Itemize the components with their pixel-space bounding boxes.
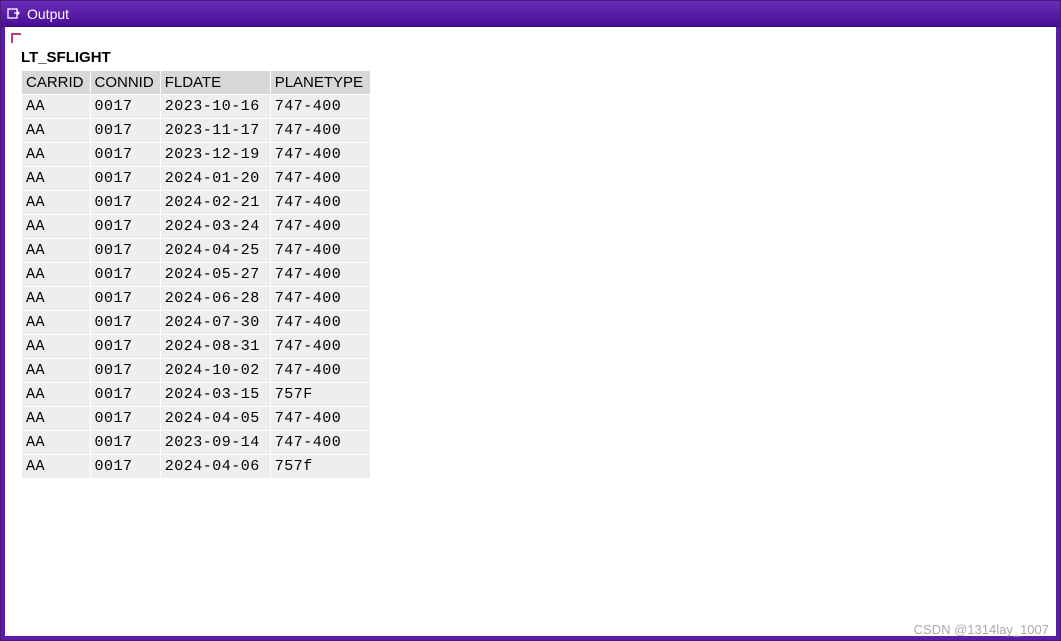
cell-fldate[interactable]: 2023-11-17 — [160, 119, 270, 143]
cell-carrid[interactable]: AA — [22, 407, 91, 431]
cell-planetype[interactable]: 747-400 — [270, 287, 370, 311]
cell-carrid[interactable]: AA — [22, 95, 91, 119]
output-window: Output LT_SFLIGHT CARRID CONNID FLDATE P… — [0, 0, 1061, 641]
cell-planetype[interactable]: 747-400 — [270, 263, 370, 287]
cell-carrid[interactable]: AA — [22, 263, 91, 287]
table-row[interactable]: AA00172024-08-31747-400 — [22, 335, 371, 359]
cell-planetype[interactable]: 747-400 — [270, 167, 370, 191]
cell-planetype[interactable]: 747-400 — [270, 335, 370, 359]
table-title: LT_SFLIGHT — [21, 49, 1040, 66]
cell-connid[interactable]: 0017 — [90, 359, 160, 383]
cell-carrid[interactable]: AA — [22, 455, 91, 479]
cell-carrid[interactable]: AA — [22, 215, 91, 239]
cell-carrid[interactable]: AA — [22, 191, 91, 215]
cell-connid[interactable]: 0017 — [90, 407, 160, 431]
cell-planetype[interactable]: 747-400 — [270, 215, 370, 239]
cell-carrid[interactable]: AA — [22, 335, 91, 359]
cell-carrid[interactable]: AA — [22, 383, 91, 407]
cell-planetype[interactable]: 747-400 — [270, 431, 370, 455]
table-row[interactable]: AA00172024-04-25747-400 — [22, 239, 371, 263]
table-row[interactable]: AA00172024-04-06757f — [22, 455, 371, 479]
col-planetype[interactable]: PLANETYPE — [270, 71, 370, 95]
table-row[interactable]: AA00172024-02-21747-400 — [22, 191, 371, 215]
cell-connid[interactable]: 0017 — [90, 287, 160, 311]
cell-fldate[interactable]: 2024-03-24 — [160, 215, 270, 239]
cell-carrid[interactable]: AA — [22, 359, 91, 383]
table-row[interactable]: AA00172023-10-16747-400 — [22, 95, 371, 119]
cell-fldate[interactable]: 2024-02-21 — [160, 191, 270, 215]
cell-fldate[interactable]: 2024-10-02 — [160, 359, 270, 383]
cell-fldate[interactable]: 2023-10-16 — [160, 95, 270, 119]
table-row[interactable]: AA00172024-06-28747-400 — [22, 287, 371, 311]
table-header-row: CARRID CONNID FLDATE PLANETYPE — [22, 71, 371, 95]
table-row[interactable]: AA00172023-12-19747-400 — [22, 143, 371, 167]
col-connid[interactable]: CONNID — [90, 71, 160, 95]
cell-planetype[interactable]: 747-400 — [270, 119, 370, 143]
table-row[interactable]: AA00172024-07-30747-400 — [22, 311, 371, 335]
cell-connid[interactable]: 0017 — [90, 335, 160, 359]
cell-planetype[interactable]: 747-400 — [270, 359, 370, 383]
content-box: LT_SFLIGHT CARRID CONNID FLDATE PLANETYP… — [11, 33, 1050, 630]
cell-planetype[interactable]: 747-400 — [270, 95, 370, 119]
cell-connid[interactable]: 0017 — [90, 119, 160, 143]
footer-credit: CSDN @1314lay_1007 — [914, 622, 1049, 637]
cell-planetype[interactable]: 757f — [270, 455, 370, 479]
cell-carrid[interactable]: AA — [22, 287, 91, 311]
cell-fldate[interactable]: 2024-04-25 — [160, 239, 270, 263]
data-table: CARRID CONNID FLDATE PLANETYPE AA0017202… — [21, 70, 371, 479]
output-icon — [7, 7, 21, 21]
cell-connid[interactable]: 0017 — [90, 191, 160, 215]
cell-fldate[interactable]: 2023-09-14 — [160, 431, 270, 455]
table-row[interactable]: AA00172024-10-02747-400 — [22, 359, 371, 383]
cell-connid[interactable]: 0017 — [90, 311, 160, 335]
cell-planetype[interactable]: 747-400 — [270, 143, 370, 167]
table-row[interactable]: AA00172023-09-14747-400 — [22, 431, 371, 455]
cell-planetype[interactable]: 757F — [270, 383, 370, 407]
table-row[interactable]: AA00172024-03-24747-400 — [22, 215, 371, 239]
cell-fldate[interactable]: 2024-08-31 — [160, 335, 270, 359]
cell-connid[interactable]: 0017 — [90, 383, 160, 407]
cell-connid[interactable]: 0017 — [90, 431, 160, 455]
corner-decoration — [11, 33, 21, 43]
col-carrid[interactable]: CARRID — [22, 71, 91, 95]
table-row[interactable]: AA00172024-01-20747-400 — [22, 167, 371, 191]
cell-planetype[interactable]: 747-400 — [270, 191, 370, 215]
cell-planetype[interactable]: 747-400 — [270, 239, 370, 263]
cell-planetype[interactable]: 747-400 — [270, 407, 370, 431]
cell-carrid[interactable]: AA — [22, 167, 91, 191]
cell-connid[interactable]: 0017 — [90, 167, 160, 191]
cell-planetype[interactable]: 747-400 — [270, 311, 370, 335]
table-row[interactable]: AA00172024-05-27747-400 — [22, 263, 371, 287]
cell-carrid[interactable]: AA — [22, 119, 91, 143]
content-outer: LT_SFLIGHT CARRID CONNID FLDATE PLANETYP… — [1, 27, 1060, 640]
cell-connid[interactable]: 0017 — [90, 263, 160, 287]
cell-carrid[interactable]: AA — [22, 143, 91, 167]
cell-fldate[interactable]: 2024-03-15 — [160, 383, 270, 407]
cell-fldate[interactable]: 2024-04-05 — [160, 407, 270, 431]
cell-connid[interactable]: 0017 — [90, 143, 160, 167]
titlebar[interactable]: Output — [1, 1, 1060, 27]
cell-fldate[interactable]: 2024-05-27 — [160, 263, 270, 287]
cell-fldate[interactable]: 2024-01-20 — [160, 167, 270, 191]
cell-fldate[interactable]: 2024-04-06 — [160, 455, 270, 479]
cell-fldate[interactable]: 2024-06-28 — [160, 287, 270, 311]
cell-fldate[interactable]: 2023-12-19 — [160, 143, 270, 167]
cell-connid[interactable]: 0017 — [90, 215, 160, 239]
window-title: Output — [27, 6, 69, 22]
cell-connid[interactable]: 0017 — [90, 455, 160, 479]
cell-connid[interactable]: 0017 — [90, 95, 160, 119]
cell-connid[interactable]: 0017 — [90, 239, 160, 263]
table-row[interactable]: AA00172024-03-15757F — [22, 383, 371, 407]
col-fldate[interactable]: FLDATE — [160, 71, 270, 95]
cell-carrid[interactable]: AA — [22, 311, 91, 335]
table-row[interactable]: AA00172023-11-17747-400 — [22, 119, 371, 143]
cell-carrid[interactable]: AA — [22, 431, 91, 455]
cell-fldate[interactable]: 2024-07-30 — [160, 311, 270, 335]
cell-carrid[interactable]: AA — [22, 239, 91, 263]
table-row[interactable]: AA00172024-04-05747-400 — [22, 407, 371, 431]
